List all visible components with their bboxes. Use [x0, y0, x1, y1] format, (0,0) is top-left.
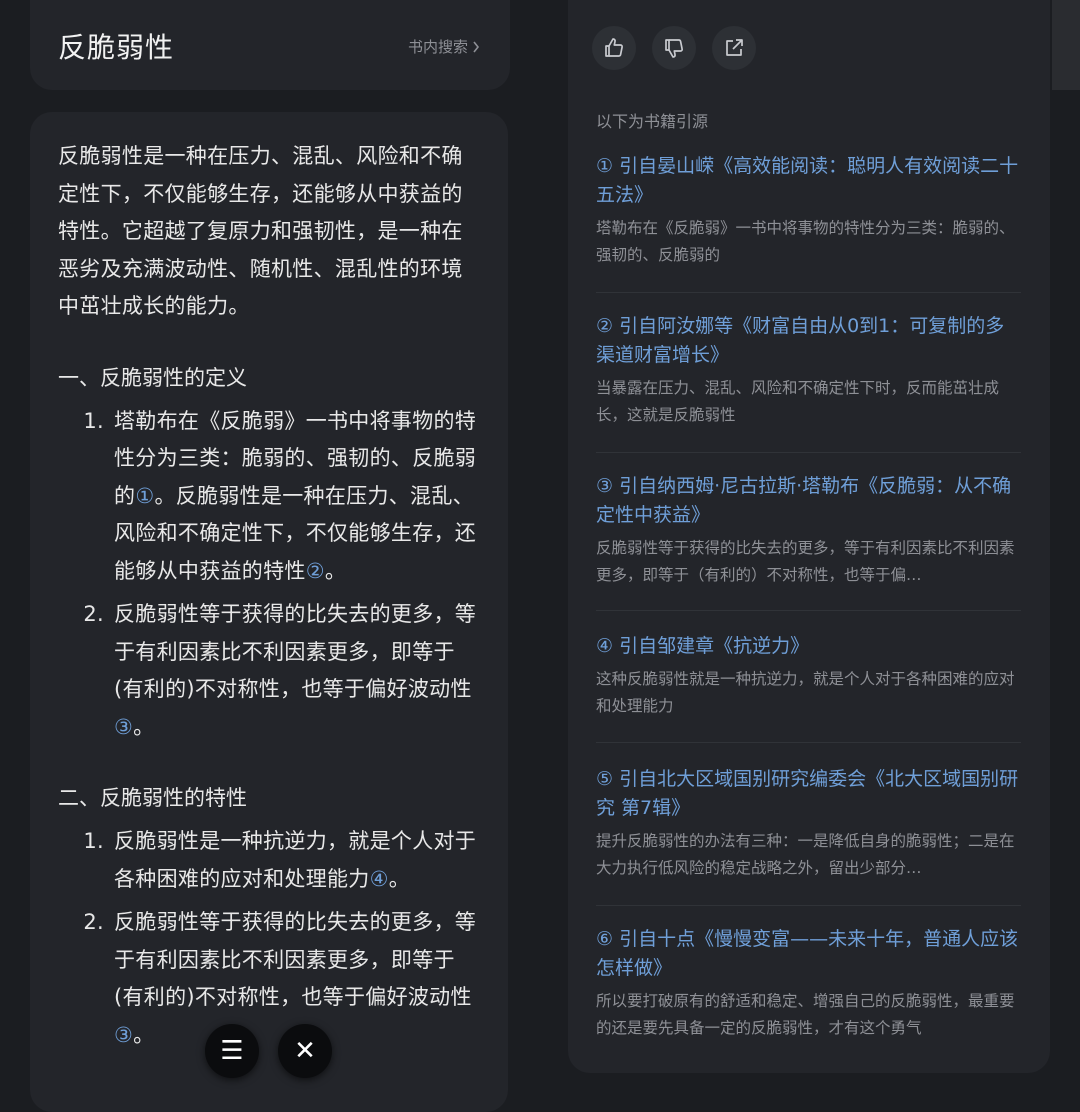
item-text-part: 。	[388, 866, 411, 891]
item-text-part: 反脆弱性是一种抗逆力，就是个人对于各种困难的应对和处理能力	[114, 829, 477, 891]
source-item[interactable]: ② 引自阿汝娜等《财富自由从0到1：可复制的多渠道财富增长》 当暴露在压力、混乱…	[596, 312, 1021, 453]
item-text-part: 。反脆弱性是一种在压力、混乱、风险和不确定性下，不仅能够生存，还能够从中获益的特…	[114, 483, 477, 583]
in-book-search-link[interactable]: 书内搜索	[408, 36, 480, 57]
intro-paragraph: 反脆弱性是一种在压力、混乱、风险和不确定性下，不仅能够生存，还能够从中获益的特性…	[58, 144, 463, 318]
source-item[interactable]: ③ 引自纳西姆·尼古拉斯·塔勒布《反脆弱：从不确定性中获益》 反脆弱性等于获得的…	[596, 472, 1021, 611]
list-item: 1. 反脆弱性是一种抗逆力，就是个人对于各种困难的应对和处理能力④。	[58, 823, 478, 898]
section-heading-characteristics: 二、反脆弱性的特性	[58, 786, 247, 810]
item-text: 反脆弱性是一种抗逆力，就是个人对于各种困难的应对和处理能力④。	[114, 823, 478, 898]
thumbs-down-icon	[665, 39, 684, 58]
source-item[interactable]: ⑥ 引自十点《慢慢变富——未来十年，普通人应该怎样做》 所以要打破原有的舒适和稳…	[596, 925, 1021, 1050]
item-text: 反脆弱性等于获得的比失去的更多，等于有利因素比不利因素更多，即等于(有利的)不对…	[114, 596, 478, 746]
source-item[interactable]: ④ 引自邹建章《抗逆力》 这种反脆弱性就是一种抗逆力，就是个人对于各种困难的应对…	[596, 632, 1021, 743]
search-link-label: 书内搜索	[407, 38, 468, 56]
section-heading-definition: 一、反脆弱性的定义	[58, 365, 247, 390]
sources-heading: 以下为书籍引源	[596, 112, 709, 131]
source-title[interactable]: ① 引自晏山嵘《高效能阅读：聪明人有效阅读二十五法》	[596, 152, 1021, 210]
share-button[interactable]	[712, 26, 756, 70]
citation-ref-2[interactable]: ②	[306, 559, 325, 583]
list-item: 2. 反脆弱性等于获得的比失去的更多，等于有利因素比不利因素更多，即等于(有利的…	[58, 596, 478, 746]
source-snippet: 当暴露在压力、混乱、风险和不确定性下时，反而能茁壮成长，这就是反脆弱性	[596, 379, 1000, 424]
source-snippet: 塔勒布在《反脆弱》一书中将事物的特性分为三类：脆弱的、强韧的、反脆弱的	[596, 219, 1015, 264]
close-button[interactable]: ✕	[278, 1024, 332, 1078]
left-header: 反脆弱性 书内搜索	[30, 0, 510, 90]
source-snippet: 提升反脆弱性的办法有三种：一是降低自身的脆弱性；二是在大力执行低风险的稳定战略之…	[596, 832, 1015, 877]
item-text-part: 。	[133, 714, 155, 739]
thumbs-up-button[interactable]	[592, 26, 636, 70]
citation-ref-1[interactable]: ①	[135, 484, 154, 508]
source-title[interactable]: ② 引自阿汝娜等《财富自由从0到1：可复制的多渠道财富增长》	[596, 312, 1021, 370]
edge-strip	[1052, 0, 1080, 90]
source-title[interactable]: ⑤ 引自北大区域国别研究编委会《北大区域国别研究 第7辑》	[596, 765, 1021, 823]
item-number: 1.	[83, 408, 104, 433]
page-title: 反脆弱性	[58, 31, 175, 64]
item-text: 塔勒布在《反脆弱》一书中将事物的特性分为三类：脆弱的、强韧的、反脆弱的①。反脆弱…	[114, 403, 478, 591]
thumbs-down-button[interactable]	[652, 26, 696, 70]
item-text-part: 。	[324, 558, 347, 583]
item-number: 1.	[83, 829, 104, 853]
source-snippet: 这种反脆弱性就是一种抗逆力，就是个人对于各种困难的应对和处理能力	[596, 670, 1015, 715]
citation-ref-3[interactable]: ③	[114, 715, 133, 739]
list-item: 2. 反脆弱性等于获得的比失去的更多，等于有利因素比不利因素更多，即等于(有利的…	[58, 904, 478, 1054]
source-title[interactable]: ④ 引自邹建章《抗逆力》	[596, 632, 1021, 661]
item-text-part: 反脆弱性等于获得的比失去的更多，等于有利因素比不利因素更多，即等于(有利的)不对…	[114, 602, 477, 701]
item-text-part: 。	[133, 1022, 155, 1047]
answer-article: 反脆弱性是一种在压力、混乱、风险和不确定性下，不仅能够生存，还能够从中获益的特性…	[58, 138, 478, 1060]
item-number: 2.	[83, 602, 104, 626]
source-title[interactable]: ⑥ 引自十点《慢慢变富——未来十年，普通人应该怎样做》	[596, 925, 1021, 983]
source-snippet: 反脆弱性等于获得的比失去的更多，等于有利因素比不利因素更多，即等于（有利的）不对…	[596, 539, 1015, 584]
sources-panel: 以下为书籍引源 ① 引自晏山嵘《高效能阅读：聪明人有效阅读二十五法》 塔勒布在《…	[568, 0, 1050, 1073]
source-title[interactable]: ③ 引自纳西姆·尼古拉斯·塔勒布《反脆弱：从不确定性中获益》	[596, 472, 1021, 530]
citation-ref-3[interactable]: ③	[114, 1023, 133, 1047]
chevron-right-icon	[473, 41, 480, 52]
source-item[interactable]: ⑤ 引自北大区域国别研究编委会《北大区域国别研究 第7辑》 提升反脆弱性的办法有…	[596, 765, 1021, 906]
item-number: 2.	[83, 910, 104, 934]
item-text-part: 反脆弱性等于获得的比失去的更多，等于有利因素比不利因素更多，即等于(有利的)不对…	[114, 910, 477, 1009]
menu-button[interactable]: ☰	[205, 1024, 259, 1078]
feedback-actions	[592, 26, 756, 70]
answer-card: 反脆弱性是一种在压力、混乱、风险和不确定性下，不仅能够生存，还能够从中获益的特性…	[30, 112, 508, 1112]
source-item[interactable]: ① 引自晏山嵘《高效能阅读：聪明人有效阅读二十五法》 塔勒布在《反脆弱》一书中将…	[596, 152, 1021, 293]
list-item: 1. 塔勒布在《反脆弱》一书中将事物的特性分为三类：脆弱的、强韧的、反脆弱的①。…	[58, 403, 478, 591]
source-snippet: 所以要打破原有的舒适和稳定、增强自己的反脆弱性，最重要的还是要先具备一定的反脆弱…	[596, 992, 1015, 1037]
citation-ref-4[interactable]: ④	[370, 867, 389, 891]
share-icon	[726, 39, 743, 56]
thumbs-up-icon	[605, 38, 624, 57]
